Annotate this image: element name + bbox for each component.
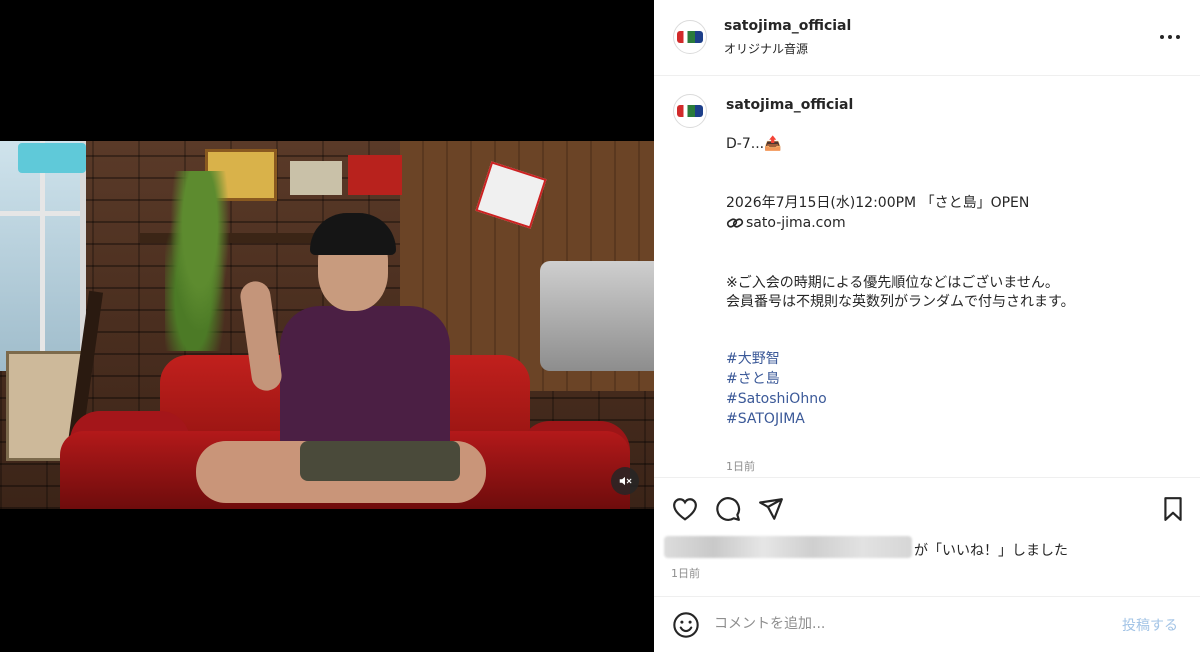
send-icon	[759, 498, 783, 520]
website-link[interactable]: sato-jima.com	[746, 213, 846, 233]
audio-label[interactable]: オリジナル音源	[724, 40, 808, 57]
person-shorts	[300, 441, 460, 481]
liked-by-users-blurred[interactable]	[664, 536, 912, 558]
tin-sign-2	[290, 161, 342, 195]
comment-button[interactable]	[713, 494, 743, 524]
brand-logo-icon	[677, 105, 703, 117]
share-button[interactable]	[756, 494, 786, 524]
bookmark-icon	[1164, 497, 1182, 521]
brand-logo-icon	[677, 31, 703, 43]
post-timestamp[interactable]: 1日前	[671, 565, 700, 581]
caption-username[interactable]: satojima_official	[726, 97, 853, 113]
caption-line-4: 会員番号は不規則な英数列がランダムで付与されます。	[726, 294, 1075, 310]
comment-input[interactable]	[714, 609, 1094, 639]
comment-bar: 投稿する	[654, 596, 1200, 652]
header-username[interactable]: satojima_official	[724, 18, 851, 34]
car	[540, 261, 654, 371]
caption-line-2: 2026年7月15日(水)12:00PM 「さと島」OPEN	[726, 195, 1030, 211]
caption-line-1: D-7...📤	[726, 136, 782, 152]
tin-sign-3	[348, 155, 402, 195]
smiley-icon	[673, 612, 699, 638]
video-frame[interactable]	[0, 141, 654, 509]
post-side-panel: satojima_official オリジナル音源 satojima_offic…	[654, 0, 1200, 652]
profile-avatar[interactable]	[673, 20, 707, 54]
post-header: satojima_official オリジナル音源	[654, 0, 1200, 76]
mute-button[interactable]	[611, 467, 639, 495]
hashtag-1[interactable]: #大野智	[726, 349, 780, 369]
hashtag-3[interactable]: #SatoshiOhno	[726, 389, 827, 409]
post-comment-button[interactable]: 投稿する	[1122, 615, 1178, 635]
person-body	[280, 306, 450, 456]
more-horizontal-icon	[1160, 35, 1164, 39]
hanging-plant	[165, 171, 235, 351]
action-bar	[654, 477, 1200, 537]
like-button[interactable]	[670, 494, 700, 524]
heart-icon	[673, 498, 697, 521]
speaker-muted-icon	[619, 476, 632, 486]
caption-time[interactable]: 1日前	[726, 458, 755, 474]
emoji-button[interactable]	[672, 611, 700, 639]
hashtag-2[interactable]: #さと島	[726, 369, 780, 389]
more-options-button[interactable]	[1154, 25, 1186, 49]
caption-line-3: ※ご入会の時期による優先順位などはございません。	[726, 275, 1059, 291]
corner-badge	[18, 143, 86, 173]
save-button[interactable]	[1158, 494, 1188, 524]
caption-avatar[interactable]	[673, 94, 707, 128]
window	[0, 141, 86, 371]
caption-link-line: sato-jima.com	[726, 213, 846, 233]
comment-icon	[716, 497, 741, 521]
link-icon	[726, 218, 744, 228]
hashtag-4[interactable]: #SATOJIMA	[726, 409, 805, 429]
likes-text[interactable]: が「いいね！」しました	[914, 540, 1068, 560]
caption-area: satojima_official D-7...📤 2026年7月15日(水)1…	[654, 77, 1200, 477]
post-media[interactable]	[0, 0, 654, 652]
likes-summary: が「いいね！」しました	[664, 536, 1184, 560]
instagram-post-modal: satojima_official オリジナル音源 satojima_offic…	[0, 0, 1200, 652]
